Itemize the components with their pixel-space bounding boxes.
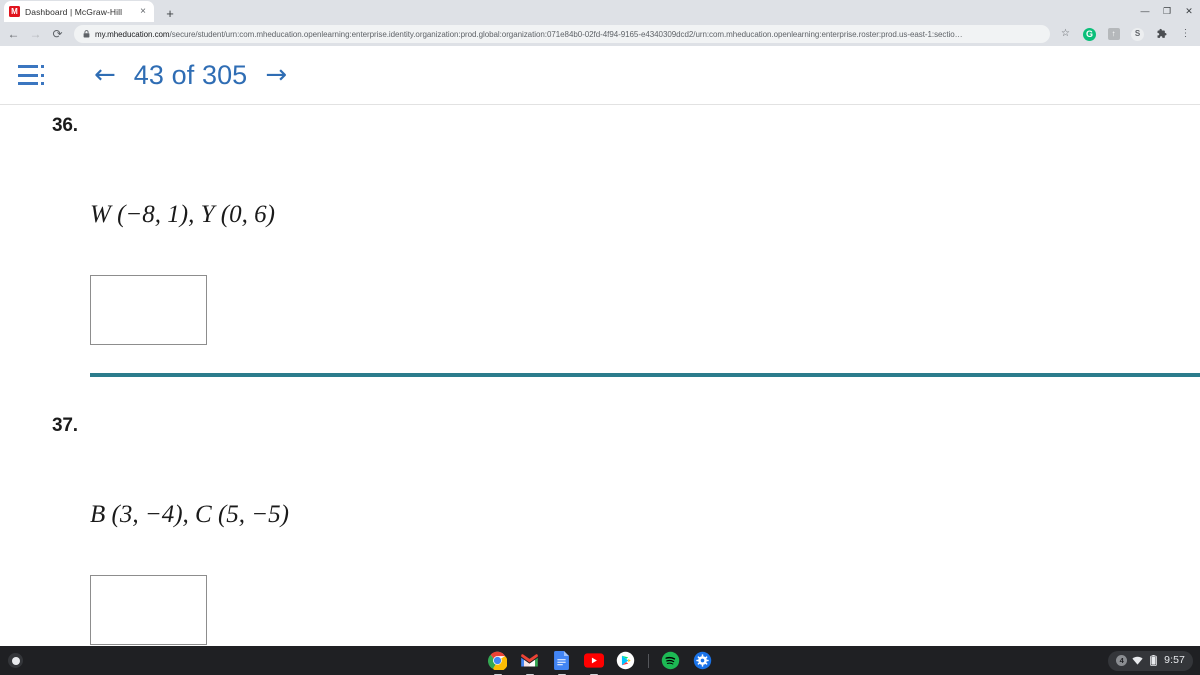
- browser-toolbar: ← → ⟳ my.mheducation.com/secure/student/…: [0, 22, 1200, 46]
- menu-bar: [18, 73, 38, 77]
- reload-icon[interactable]: ⟳: [50, 27, 65, 42]
- extensions-puzzle-icon[interactable]: [1153, 26, 1170, 43]
- forward-icon[interactable]: →: [28, 27, 43, 42]
- shelf-item-settings[interactable]: [693, 651, 713, 671]
- wifi-icon: [1132, 655, 1143, 666]
- shelf-divider: [647, 653, 649, 668]
- problem-expression: B (3, −4), C (5, −5): [90, 501, 289, 528]
- shelf: 4 9:57: [0, 646, 1200, 675]
- extension-gray-glyph: ↑: [1107, 28, 1120, 40]
- page-indicator: 43 of 305: [133, 59, 248, 90]
- new-tab-button[interactable]: +: [161, 4, 179, 22]
- menu-row: [18, 82, 44, 85]
- menu-dot: [41, 73, 44, 77]
- tab-title: Dashboard | McGraw-Hill: [25, 6, 123, 17]
- menu-row: [18, 73, 44, 77]
- shelf-item-chrome[interactable]: [488, 651, 508, 675]
- browser-menu-icon[interactable]: ⋮: [1177, 26, 1194, 43]
- list-menu-icon[interactable]: [18, 65, 44, 85]
- mcgraw-hill-favicon: M: [9, 6, 20, 17]
- shelf-item-spotify[interactable]: [661, 651, 681, 671]
- extension-green-glyph: G: [1083, 27, 1096, 41]
- maximize-icon[interactable]: ❐: [1156, 0, 1178, 22]
- menu-dot: [41, 82, 44, 85]
- problem-divider: [90, 373, 1200, 377]
- address-bar[interactable]: my.mheducation.com/secure/student/urn:co…: [74, 25, 1050, 43]
- browser-tab[interactable]: M Dashboard | McGraw-Hill ×: [4, 1, 154, 22]
- extension-gray-icon[interactable]: ↑: [1105, 26, 1122, 43]
- answer-input-box[interactable]: [90, 275, 207, 345]
- url-host: my.mheducation.com: [95, 29, 170, 39]
- back-icon[interactable]: ←: [6, 27, 21, 42]
- pager: ← 43 of 305 →: [94, 60, 287, 91]
- tab-strip: M Dashboard | McGraw-Hill × + — ❐ ✕: [0, 0, 1200, 22]
- worksheet-content: 36. W (−8, 1), Y (0, 6) 37. B (3, −4), C…: [0, 106, 1200, 646]
- shelf-item-google-play[interactable]: [616, 651, 636, 671]
- shelf-item-gmail[interactable]: [520, 651, 540, 675]
- previous-page-icon[interactable]: ←: [94, 62, 116, 88]
- shelf-item-google-docs[interactable]: [552, 651, 572, 675]
- url-text: my.mheducation.com/secure/student/urn:co…: [95, 30, 1042, 39]
- status-tray[interactable]: 4 9:57: [1108, 650, 1193, 671]
- extension-s-icon[interactable]: S: [1129, 26, 1146, 43]
- next-page-icon[interactable]: →: [265, 62, 287, 88]
- battery-icon: [1148, 655, 1159, 666]
- problem-number: 36.: [52, 115, 78, 136]
- clock: 9:57: [1164, 654, 1185, 667]
- menu-bar: [18, 82, 38, 85]
- shelf-item-youtube[interactable]: [583, 651, 604, 675]
- shelf-apps: [0, 646, 1200, 675]
- url-path: /secure/student/urn:com.mheducation.open…: [169, 29, 963, 39]
- close-icon[interactable]: ×: [137, 6, 149, 18]
- problem-number: 37.: [52, 415, 78, 436]
- screen: M Dashboard | McGraw-Hill × + — ❐ ✕ ← → …: [0, 0, 1200, 675]
- menu-bar: [18, 65, 38, 68]
- problem-expression: W (−8, 1), Y (0, 6): [90, 201, 275, 228]
- minimize-icon[interactable]: —: [1134, 0, 1156, 22]
- browser-chrome: M Dashboard | McGraw-Hill × + — ❐ ✕ ← → …: [0, 0, 1200, 46]
- window-controls: — ❐ ✕: [1134, 0, 1200, 22]
- menu-row: [18, 65, 44, 68]
- menu-dot: [41, 65, 44, 68]
- answer-input-box[interactable]: [90, 575, 207, 645]
- extension-s-glyph: S: [1131, 27, 1144, 41]
- notification-badge: 4: [1116, 655, 1128, 666]
- app-header: ← 43 of 305 →: [0, 46, 1200, 105]
- close-window-icon[interactable]: ✕: [1178, 0, 1200, 22]
- bookmark-star-icon[interactable]: ☆: [1057, 26, 1074, 43]
- extension-green-icon[interactable]: G: [1081, 26, 1098, 43]
- lock-icon: [82, 30, 90, 38]
